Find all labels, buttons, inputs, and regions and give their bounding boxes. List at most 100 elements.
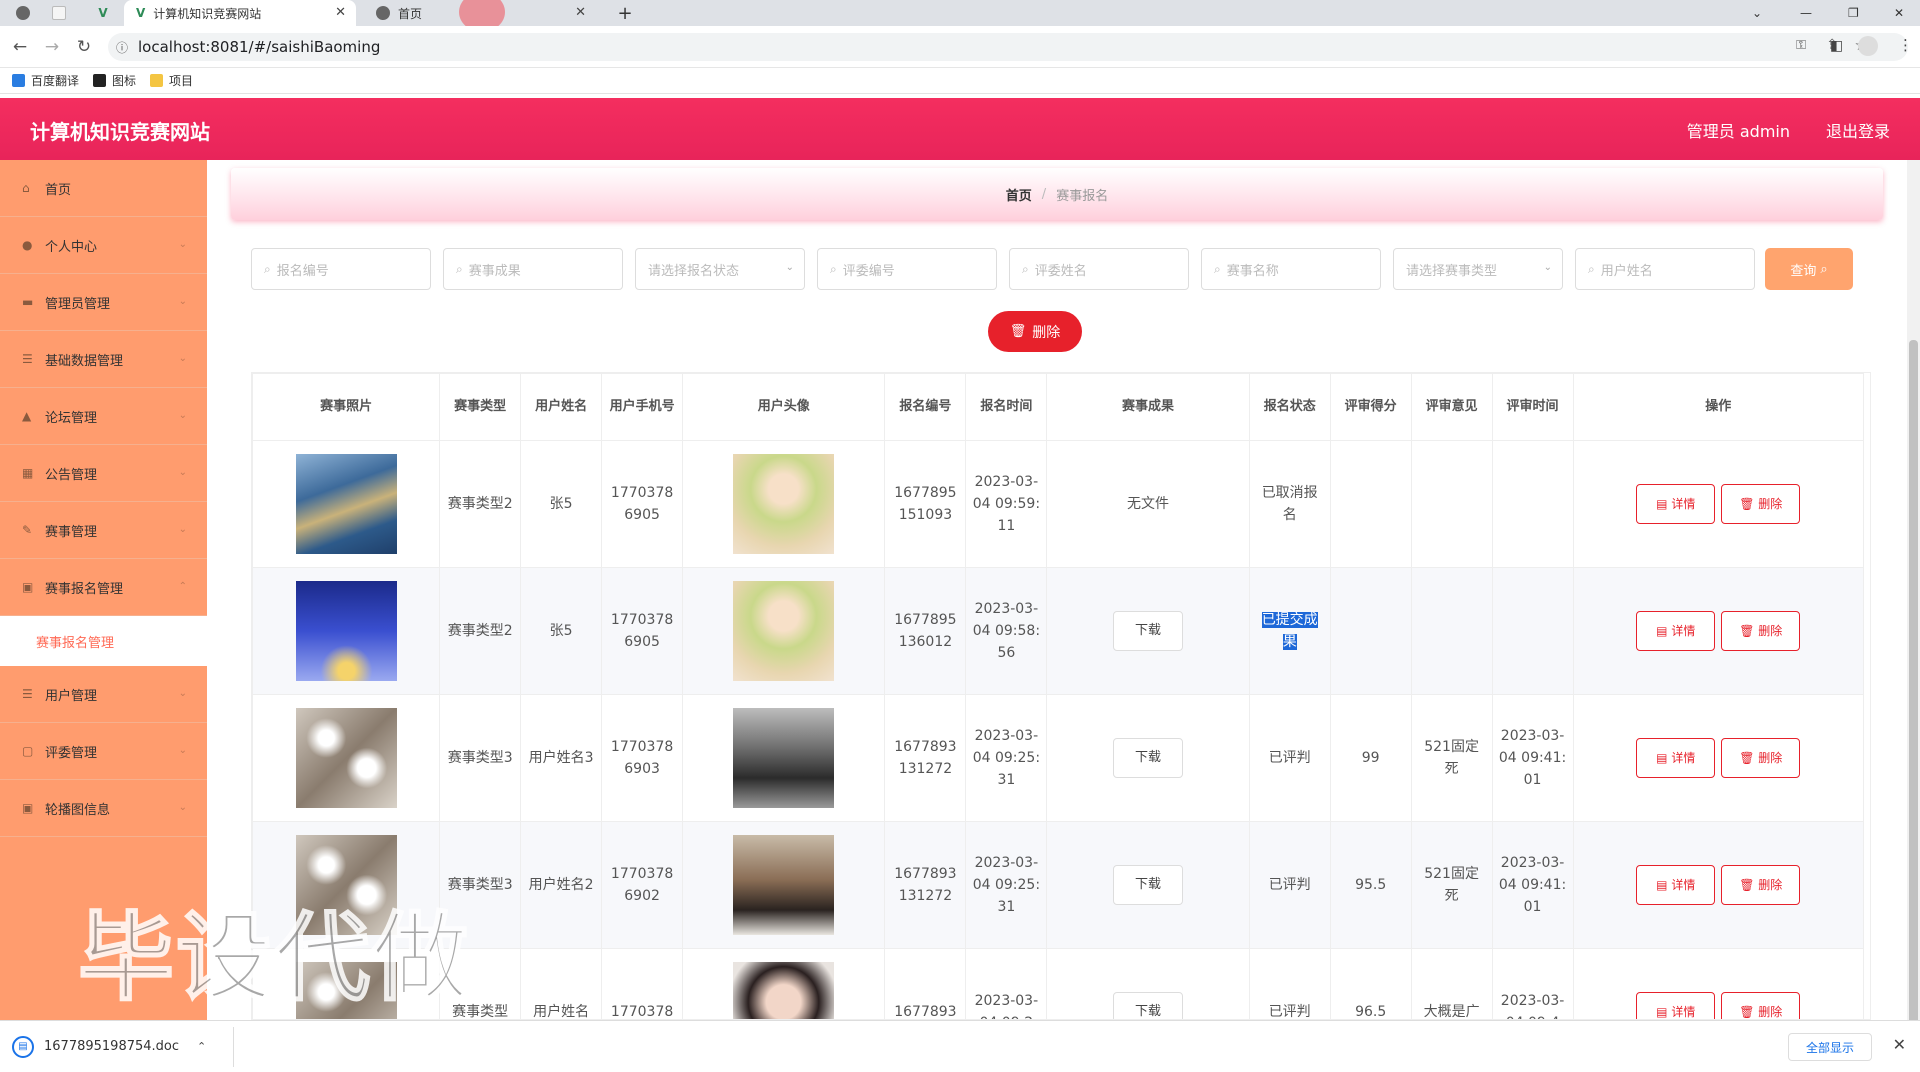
- status-select[interactable]: 请选择报名状态 ⌄: [635, 248, 805, 290]
- download-button[interactable]: 下载: [1113, 738, 1184, 778]
- search-icon: ⌕: [1214, 261, 1221, 276]
- restore-icon[interactable]: ❐: [1848, 0, 1859, 26]
- new-tab-button[interactable]: +: [612, 0, 638, 26]
- sidebar-item-admins[interactable]: ▬ 管理员管理 ⌄: [0, 274, 207, 331]
- delete-button[interactable]: 🗑 删除: [1721, 738, 1801, 778]
- sidebar-item-forum[interactable]: ▲ 论坛管理 ⌄: [0, 388, 207, 445]
- page-icon: [52, 6, 66, 20]
- close-window-icon[interactable]: ✕: [1894, 0, 1904, 26]
- placeholder: 请选择赛事类型: [1406, 263, 1498, 279]
- sidebar-item-registration[interactable]: ▣ 赛事报名管理 ⌃: [0, 559, 207, 616]
- score-cell: 95.5: [1329, 821, 1412, 949]
- back-icon[interactable]: ←: [8, 35, 32, 59]
- sidebar-item-home[interactable]: ⌂ 首页: [0, 160, 207, 217]
- download-button[interactable]: 下载: [1113, 865, 1184, 905]
- info-icon[interactable]: ⓘ: [116, 39, 128, 56]
- vue-icon: V: [136, 6, 146, 20]
- detail-button[interactable]: ▤ 详情: [1636, 611, 1716, 651]
- chengguo-input[interactable]: ⌕ 赛事成果: [443, 248, 623, 290]
- actions-cell: ▤ 详情 🗑 删除: [1572, 567, 1865, 695]
- phone-cell: 17703786902: [601, 821, 684, 949]
- avatar: [733, 708, 835, 808]
- batch-delete-button[interactable]: 🗑 删除: [988, 311, 1082, 352]
- bookmark-item[interactable]: 百度翻译: [12, 72, 79, 89]
- delete-button[interactable]: 🗑 删除: [1721, 611, 1801, 651]
- forward-icon[interactable]: →: [40, 35, 64, 59]
- avatar-cell: [682, 948, 886, 1019]
- tab-active[interactable]: V 计算机知识竞赛网站 ✕: [124, 0, 356, 26]
- judge-no-input[interactable]: ⌕ 评委编号: [817, 248, 997, 290]
- close-icon[interactable]: ✕: [335, 5, 346, 20]
- chevron-down-icon: ⌄: [178, 524, 187, 535]
- chevron-down-icon[interactable]: ⌄: [1752, 0, 1762, 26]
- bookmark-item[interactable]: 图标: [93, 72, 136, 89]
- no-cell: 1677895136012: [884, 567, 967, 695]
- scrollbar[interactable]: [1907, 160, 1920, 1050]
- chevron-up-icon[interactable]: ⌃: [197, 1040, 206, 1053]
- more-icon[interactable]: ⋮: [1898, 36, 1913, 54]
- judge-time-cell: 2023-03-04 09:41:01: [1491, 694, 1574, 822]
- menu-icon: ☰: [22, 686, 33, 701]
- download-button[interactable]: 下载: [1113, 611, 1184, 651]
- reload-icon[interactable]: ↻: [72, 35, 96, 59]
- sidebar-item-notice[interactable]: ▦ 公告管理 ⌄: [0, 445, 207, 502]
- type-select[interactable]: 请选择赛事类型 ⌄: [1393, 248, 1563, 290]
- download-item[interactable]: ▤ 1677895198754.doc ⌃: [12, 1026, 234, 1067]
- globe-icon: [16, 6, 30, 20]
- event-photo-cell: [252, 440, 441, 568]
- sidebar-item-label: 公告管理: [45, 467, 98, 483]
- detail-button[interactable]: ▤ 详情: [1636, 865, 1716, 905]
- time-cell: 2023-03-04 09:58:56: [965, 567, 1048, 695]
- url-input[interactable]: ⓘ localhost:8081/#/saishiBaoming ⚿ ⇪ ☆: [108, 33, 1908, 61]
- detail-button[interactable]: ▤ 详情: [1636, 738, 1716, 778]
- detail-label: 详情: [1671, 1005, 1696, 1019]
- detail-button[interactable]: ▤ 详情: [1636, 484, 1716, 524]
- download-button[interactable]: 下载: [1113, 992, 1184, 1019]
- key-icon[interactable]: ⚿: [1796, 38, 1806, 53]
- sidebar-item-label: 轮播图信息: [45, 802, 111, 818]
- delete-button[interactable]: 🗑 删除: [1721, 484, 1801, 524]
- sidebar-subitem-registration[interactable]: 赛事报名管理: [0, 616, 207, 666]
- time-cell: 2023-03-04 09:25:31: [965, 821, 1048, 949]
- bookmarks-bar: 百度翻译 图标 项目: [0, 68, 1920, 94]
- pinned-tab[interactable]: V: [88, 0, 118, 26]
- query-button[interactable]: 查询 ⌕: [1765, 248, 1853, 290]
- close-icon[interactable]: ✕: [1893, 1035, 1906, 1054]
- show-all-button[interactable]: 全部显示: [1788, 1033, 1872, 1061]
- breadcrumb-home[interactable]: 首页: [1006, 185, 1032, 204]
- pinned-tab[interactable]: [8, 0, 38, 26]
- profile-icon[interactable]: [1858, 36, 1878, 56]
- pinned-tab[interactable]: [44, 0, 74, 26]
- logout-link[interactable]: 退出登录: [1826, 118, 1890, 142]
- delete-button[interactable]: 🗑 删除: [1721, 992, 1801, 1019]
- time-cell: 2023-03-04 09:25:31: [965, 694, 1048, 822]
- opinion-cell: [1410, 567, 1493, 695]
- sidebar-item-carousel[interactable]: ▣ 轮播图信息 ⌄: [0, 780, 207, 837]
- tool-icon: ✎: [22, 522, 33, 537]
- sidebar-item-events[interactable]: ✎ 赛事管理 ⌄: [0, 502, 207, 559]
- bookmark-item[interactable]: 项目: [150, 72, 193, 89]
- judge-name-input[interactable]: ⌕ 评委姓名: [1009, 248, 1189, 290]
- close-icon[interactable]: ✕: [575, 5, 586, 20]
- user-name-input[interactable]: ⌕ 用户姓名: [1575, 248, 1755, 290]
- bookmark-label: 图标: [112, 74, 137, 88]
- score-cell: [1329, 567, 1412, 695]
- grid-icon: ▦: [22, 465, 34, 480]
- event-name-input[interactable]: ⌕ 赛事名称: [1201, 248, 1381, 290]
- detail-button[interactable]: ▤ 详情: [1636, 992, 1716, 1019]
- table-header-row: 赛事照片 赛事类型 用户姓名 用户手机号 用户头像 报名编号 报名时间 赛事成果…: [252, 373, 1865, 441]
- minimize-icon[interactable]: —: [1800, 0, 1812, 26]
- delete-label: 删除: [1758, 624, 1783, 638]
- tab-title: 计算机知识竞赛网站: [153, 6, 262, 21]
- column-header: 用户手机号: [601, 373, 684, 441]
- table-row: 赛事类型3 用户姓名2 17703786902 1677893131272 20…: [252, 821, 1865, 949]
- sidebar-item-judges[interactable]: ▢ 评委管理 ⌄: [0, 723, 207, 780]
- baoming-no-input[interactable]: ⌕ 报名编号: [251, 248, 431, 290]
- scrollbar-thumb[interactable]: [1909, 340, 1918, 1050]
- sidebar-item-profile[interactable]: ● 个人中心 ⌄: [0, 217, 207, 274]
- status-text: 已提交成果: [1261, 612, 1318, 650]
- sidebar-item-users[interactable]: ☰ 用户管理 ⌄: [0, 666, 207, 723]
- side-panel-icon[interactable]: ◧: [1830, 38, 1843, 54]
- delete-button[interactable]: 🗑 删除: [1721, 865, 1801, 905]
- sidebar-item-basic-data[interactable]: ☰ 基础数据管理 ⌄: [0, 331, 207, 388]
